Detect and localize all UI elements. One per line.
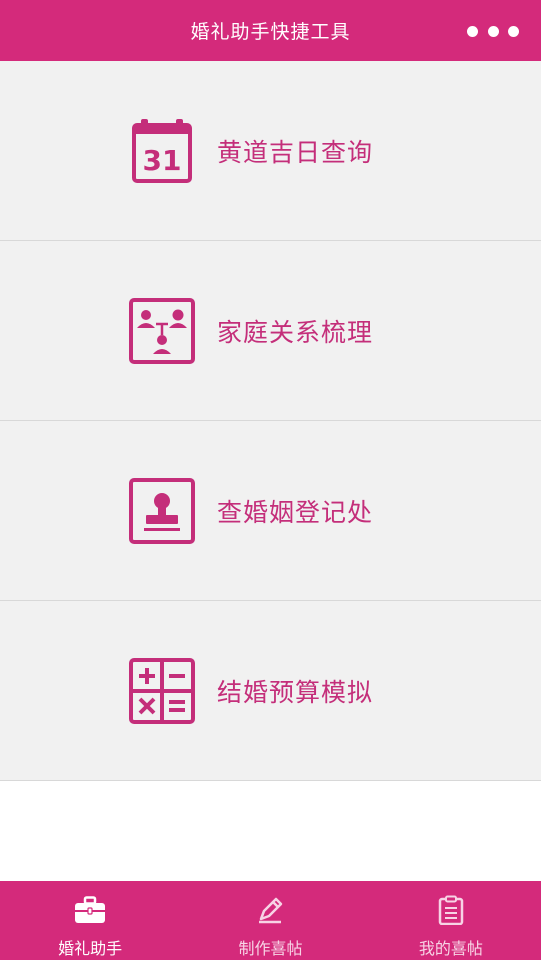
- tool-menu: 31 黄道吉日查询 家庭关系梳理 查婚姻登记处 结婚预算模拟: [0, 61, 541, 781]
- pencil-icon: [254, 895, 286, 925]
- menu-item-auspicious-date[interactable]: 31 黄道吉日查询: [0, 61, 541, 241]
- more-menu-button[interactable]: [467, 24, 519, 38]
- content-blank-area: [0, 786, 541, 881]
- tab-my-invitations[interactable]: 我的喜帖: [361, 881, 541, 960]
- family-tree-icon: [127, 296, 197, 366]
- more-dot-icon: [487, 25, 499, 37]
- menu-item-family-relations[interactable]: 家庭关系梳理: [0, 241, 541, 421]
- menu-item-label: 结婚预算模拟: [217, 677, 374, 707]
- menu-item-label: 黄道吉日查询: [217, 137, 374, 167]
- calculator-icon: [127, 656, 197, 726]
- more-dot-icon: [467, 25, 478, 37]
- registry-stamp-icon: [127, 476, 197, 546]
- menu-item-marriage-registry[interactable]: 查婚姻登记处: [0, 421, 541, 601]
- tab-make-invitation[interactable]: 制作喜帖: [180, 881, 360, 960]
- tab-wedding-assistant[interactable]: 婚礼助手: [0, 881, 180, 960]
- menu-item-label: 查婚姻登记处: [217, 497, 374, 527]
- tab-label: 我的喜帖: [418, 939, 483, 958]
- menu-item-budget-simulation[interactable]: 结婚预算模拟: [0, 601, 541, 781]
- tab-label: 制作喜帖: [238, 939, 303, 958]
- briefcase-icon: [74, 895, 106, 925]
- calendar-day-number: 31: [143, 144, 182, 177]
- clipboard-icon: [435, 895, 467, 925]
- bottom-tab-bar: 婚礼助手 制作喜帖 我的喜帖: [0, 881, 541, 960]
- more-dot-icon: [508, 25, 519, 37]
- top-bar: 婚礼助手快捷工具: [0, 0, 541, 61]
- page-title: 婚礼助手快捷工具: [190, 21, 351, 43]
- calendar-icon: 31: [127, 116, 197, 186]
- tab-label: 婚礼助手: [58, 939, 123, 958]
- menu-item-label: 家庭关系梳理: [217, 317, 374, 347]
